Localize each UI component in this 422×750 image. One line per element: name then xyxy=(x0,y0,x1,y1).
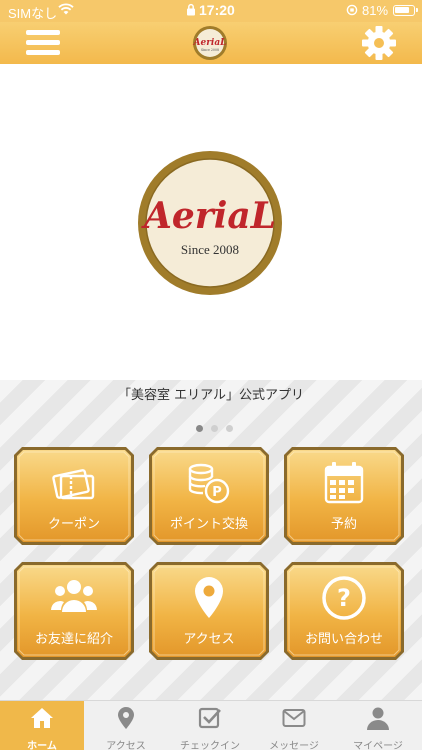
ticket-icon xyxy=(52,469,95,500)
tab-label: マイページ xyxy=(353,741,403,750)
lock-icon xyxy=(187,3,195,16)
tile-points[interactable]: P ポイント交換 xyxy=(147,445,271,547)
mail-icon xyxy=(282,709,306,727)
tab-label: アクセス xyxy=(106,741,146,750)
checkin-icon xyxy=(198,707,221,729)
coins-icon: P xyxy=(188,463,230,504)
app-caption: 「美容室 エリアル」公式アプリ xyxy=(117,388,304,403)
orientation-lock-icon xyxy=(346,4,358,16)
tile-refer-friend[interactable]: お友達に紹介 xyxy=(12,560,136,662)
tile-contact[interactable]: ? お問い合わせ xyxy=(282,560,406,662)
tab-label: ホーム xyxy=(27,741,57,750)
menu-button[interactable] xyxy=(26,27,62,59)
tab-messages[interactable]: メッセージ xyxy=(252,701,336,750)
tab-label: チェックイン xyxy=(180,741,240,750)
tile-access[interactable]: アクセス xyxy=(147,560,271,662)
hero-banner: AeriaL Since 2008 xyxy=(0,64,422,380)
tile-label: お友達に紹介 xyxy=(34,632,113,647)
question-icon: ? xyxy=(322,576,366,620)
carousel-dot[interactable] xyxy=(226,425,233,432)
tab-access[interactable]: アクセス xyxy=(84,701,168,750)
header-logo-text: AeriaL xyxy=(192,38,226,48)
wifi-icon xyxy=(58,3,74,15)
battery-percent: 81% xyxy=(362,3,389,18)
tab-home[interactable]: ホーム xyxy=(0,701,84,750)
salon-logo: AeriaL Since 2008 xyxy=(138,151,282,295)
tile-label: アクセス xyxy=(183,632,235,647)
friends-icon xyxy=(51,580,97,612)
logo-since: Since 2008 xyxy=(181,242,239,257)
tab-bar: ホーム アクセス チェックイン メッセージ マイページ xyxy=(0,700,422,750)
location-pin-icon xyxy=(118,707,134,729)
tab-mypage[interactable]: マイページ xyxy=(336,701,420,750)
app-header: AeriaL Since 2008 xyxy=(0,22,422,64)
svg-text:P: P xyxy=(212,485,222,500)
carrier-label: SIMなし xyxy=(8,6,58,21)
logo-text: AeriaL xyxy=(141,195,276,237)
header-logo: AeriaL Since 2008 xyxy=(192,26,227,60)
hamburger-icon xyxy=(26,30,60,35)
tile-reservation[interactable]: 予約 xyxy=(282,445,406,547)
status-bar: SIMなし 17:20 81% xyxy=(0,0,422,22)
carousel-dot[interactable] xyxy=(211,425,218,432)
battery-icon xyxy=(393,5,418,16)
calendar-icon xyxy=(324,462,364,504)
carousel-dots xyxy=(196,417,241,436)
location-pin-icon xyxy=(195,577,223,618)
tab-checkin[interactable]: チェックイン xyxy=(168,701,252,750)
carousel-dot[interactable] xyxy=(196,425,203,432)
tile-coupon[interactable]: クーポン xyxy=(12,445,136,547)
tab-label: メッセージ xyxy=(269,741,319,750)
tile-label: 予約 xyxy=(330,517,357,532)
gear-icon[interactable] xyxy=(361,25,397,61)
svg-text:?: ? xyxy=(337,584,351,612)
person-icon xyxy=(367,707,389,730)
tile-label: ポイント交換 xyxy=(169,517,248,532)
tile-label: お問い合わせ xyxy=(304,632,383,647)
header-logo-sub: Since 2008 xyxy=(201,48,219,52)
clock: 17:20 xyxy=(199,2,235,18)
tile-label: クーポン xyxy=(47,517,100,532)
home-icon xyxy=(31,708,53,728)
